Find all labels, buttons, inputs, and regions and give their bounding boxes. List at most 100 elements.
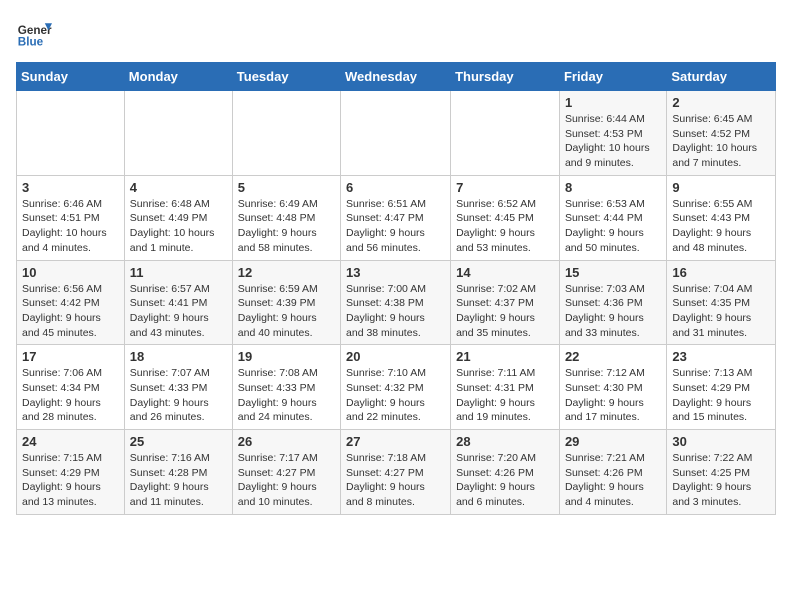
calendar-week-row: 10 Sunrise: 6:56 AM Sunset: 4:42 PM Dayli… <box>17 260 776 345</box>
day-number: 23 <box>672 349 770 364</box>
day-number: 19 <box>238 349 335 364</box>
calendar-week-row: 24 Sunrise: 7:15 AM Sunset: 4:29 PM Dayli… <box>17 430 776 515</box>
day-number: 14 <box>456 265 554 280</box>
calendar-cell: 30 Sunrise: 7:22 AM Sunset: 4:25 PM Dayli… <box>667 430 776 515</box>
calendar-cell: 18 Sunrise: 7:07 AM Sunset: 4:33 PM Dayli… <box>124 345 232 430</box>
weekday-header: Friday <box>559 63 666 91</box>
weekday-header: Tuesday <box>232 63 340 91</box>
day-number: 15 <box>565 265 661 280</box>
calendar-cell: 20 Sunrise: 7:10 AM Sunset: 4:32 PM Dayli… <box>341 345 451 430</box>
day-number: 24 <box>22 434 119 449</box>
calendar-cell: 3 Sunrise: 6:46 AM Sunset: 4:51 PM Daylig… <box>17 175 125 260</box>
day-number: 3 <box>22 180 119 195</box>
calendar-cell: 13Sunrise: 7:00 AM Sunset: 4:38 PM Dayli… <box>341 260 451 345</box>
day-detail: Sunrise: 7:08 AM Sunset: 4:33 PM Dayligh… <box>238 366 335 425</box>
calendar-cell: 26Sunrise: 7:17 AM Sunset: 4:27 PM Dayli… <box>232 430 340 515</box>
day-detail: Sunrise: 7:02 AM Sunset: 4:37 PM Dayligh… <box>456 282 554 341</box>
day-number: 8 <box>565 180 661 195</box>
day-number: 30 <box>672 434 770 449</box>
calendar-cell: 14 Sunrise: 7:02 AM Sunset: 4:37 PM Dayli… <box>451 260 560 345</box>
day-number: 29 <box>565 434 661 449</box>
day-detail: Sunrise: 6:56 AM Sunset: 4:42 PM Dayligh… <box>22 282 119 341</box>
day-number: 17 <box>22 349 119 364</box>
day-detail: Sunrise: 6:51 AM Sunset: 4:47 PM Dayligh… <box>346 197 445 256</box>
day-detail: Sunrise: 7:15 AM Sunset: 4:29 PM Dayligh… <box>22 451 119 510</box>
day-detail: Sunrise: 7:20 AM Sunset: 4:26 PM Dayligh… <box>456 451 554 510</box>
weekday-header: Sunday <box>17 63 125 91</box>
weekday-header: Saturday <box>667 63 776 91</box>
day-number: 2 <box>672 95 770 110</box>
day-detail: Sunrise: 7:06 AM Sunset: 4:34 PM Dayligh… <box>22 366 119 425</box>
calendar-cell: 24 Sunrise: 7:15 AM Sunset: 4:29 PM Dayli… <box>17 430 125 515</box>
day-number: 22 <box>565 349 661 364</box>
day-detail: Sunrise: 7:16 AM Sunset: 4:28 PM Dayligh… <box>130 451 227 510</box>
day-number: 20 <box>346 349 445 364</box>
day-detail: Sunrise: 6:45 AM Sunset: 4:52 PM Dayligh… <box>672 112 770 171</box>
day-number: 16 <box>672 265 770 280</box>
calendar-cell <box>341 91 451 176</box>
calendar-cell: 2 Sunrise: 6:45 AM Sunset: 4:52 PM Daylig… <box>667 91 776 176</box>
day-detail: Sunrise: 7:11 AM Sunset: 4:31 PM Dayligh… <box>456 366 554 425</box>
calendar-cell: 12 Sunrise: 6:59 AM Sunset: 4:39 PM Dayli… <box>232 260 340 345</box>
calendar-cell: 16Sunrise: 7:04 AM Sunset: 4:35 PM Dayli… <box>667 260 776 345</box>
day-detail: Sunrise: 7:18 AM Sunset: 4:27 PM Dayligh… <box>346 451 445 510</box>
day-number: 18 <box>130 349 227 364</box>
day-detail: Sunrise: 7:07 AM Sunset: 4:33 PM Dayligh… <box>130 366 227 425</box>
calendar-cell <box>232 91 340 176</box>
day-number: 10 <box>22 265 119 280</box>
day-number: 13 <box>346 265 445 280</box>
calendar-cell: 19 Sunrise: 7:08 AM Sunset: 4:33 PM Dayli… <box>232 345 340 430</box>
day-detail: Sunrise: 7:13 AM Sunset: 4:29 PM Dayligh… <box>672 366 770 425</box>
day-detail: Sunrise: 7:10 AM Sunset: 4:32 PM Dayligh… <box>346 366 445 425</box>
calendar-cell: 6 Sunrise: 6:51 AM Sunset: 4:47 PM Daylig… <box>341 175 451 260</box>
day-number: 26 <box>238 434 335 449</box>
calendar-cell: 5Sunrise: 6:49 AM Sunset: 4:48 PM Daylig… <box>232 175 340 260</box>
calendar-cell: 21Sunrise: 7:11 AM Sunset: 4:31 PM Dayli… <box>451 345 560 430</box>
calendar-cell: 23 Sunrise: 7:13 AM Sunset: 4:29 PM Dayli… <box>667 345 776 430</box>
day-number: 4 <box>130 180 227 195</box>
calendar-week-row: 3 Sunrise: 6:46 AM Sunset: 4:51 PM Daylig… <box>17 175 776 260</box>
day-detail: Sunrise: 7:03 AM Sunset: 4:36 PM Dayligh… <box>565 282 661 341</box>
day-number: 12 <box>238 265 335 280</box>
calendar-cell: 22 Sunrise: 7:12 AM Sunset: 4:30 PM Dayli… <box>559 345 666 430</box>
calendar-cell: 27 Sunrise: 7:18 AM Sunset: 4:27 PM Dayli… <box>341 430 451 515</box>
calendar-cell: 25 Sunrise: 7:16 AM Sunset: 4:28 PM Dayli… <box>124 430 232 515</box>
day-detail: Sunrise: 7:12 AM Sunset: 4:30 PM Dayligh… <box>565 366 661 425</box>
day-detail: Sunrise: 7:21 AM Sunset: 4:26 PM Dayligh… <box>565 451 661 510</box>
page-header: General Blue <box>16 16 776 52</box>
calendar-cell: 1 Sunrise: 6:44 AM Sunset: 4:53 PM Daylig… <box>559 91 666 176</box>
day-detail: Sunrise: 6:59 AM Sunset: 4:39 PM Dayligh… <box>238 282 335 341</box>
day-detail: Sunrise: 7:22 AM Sunset: 4:25 PM Dayligh… <box>672 451 770 510</box>
day-detail: Sunrise: 6:44 AM Sunset: 4:53 PM Dayligh… <box>565 112 661 171</box>
weekday-header: Thursday <box>451 63 560 91</box>
day-number: 28 <box>456 434 554 449</box>
calendar-cell: 29 Sunrise: 7:21 AM Sunset: 4:26 PM Dayli… <box>559 430 666 515</box>
calendar-header-row: SundayMondayTuesdayWednesdayThursdayFrid… <box>17 63 776 91</box>
day-number: 5 <box>238 180 335 195</box>
day-number: 1 <box>565 95 661 110</box>
calendar-cell: 17 Sunrise: 7:06 AM Sunset: 4:34 PM Dayli… <box>17 345 125 430</box>
calendar-week-row: 1 Sunrise: 6:44 AM Sunset: 4:53 PM Daylig… <box>17 91 776 176</box>
day-number: 6 <box>346 180 445 195</box>
calendar-cell <box>451 91 560 176</box>
day-number: 27 <box>346 434 445 449</box>
day-number: 25 <box>130 434 227 449</box>
calendar-cell: 7 Sunrise: 6:52 AM Sunset: 4:45 PM Daylig… <box>451 175 560 260</box>
day-detail: Sunrise: 6:52 AM Sunset: 4:45 PM Dayligh… <box>456 197 554 256</box>
day-number: 7 <box>456 180 554 195</box>
day-detail: Sunrise: 6:48 AM Sunset: 4:49 PM Dayligh… <box>130 197 227 256</box>
calendar-week-row: 17 Sunrise: 7:06 AM Sunset: 4:34 PM Dayli… <box>17 345 776 430</box>
calendar-cell <box>124 91 232 176</box>
weekday-header: Wednesday <box>341 63 451 91</box>
calendar-cell: 10 Sunrise: 6:56 AM Sunset: 4:42 PM Dayli… <box>17 260 125 345</box>
day-detail: Sunrise: 6:46 AM Sunset: 4:51 PM Dayligh… <box>22 197 119 256</box>
day-detail: Sunrise: 6:57 AM Sunset: 4:41 PM Dayligh… <box>130 282 227 341</box>
day-number: 9 <box>672 180 770 195</box>
weekday-header: Monday <box>124 63 232 91</box>
logo-icon: General Blue <box>16 16 52 52</box>
calendar-cell: 9 Sunrise: 6:55 AM Sunset: 4:43 PM Daylig… <box>667 175 776 260</box>
calendar-cell: 11Sunrise: 6:57 AM Sunset: 4:41 PM Dayli… <box>124 260 232 345</box>
day-detail: Sunrise: 6:55 AM Sunset: 4:43 PM Dayligh… <box>672 197 770 256</box>
calendar-cell: 28 Sunrise: 7:20 AM Sunset: 4:26 PM Dayli… <box>451 430 560 515</box>
day-detail: Sunrise: 6:53 AM Sunset: 4:44 PM Dayligh… <box>565 197 661 256</box>
